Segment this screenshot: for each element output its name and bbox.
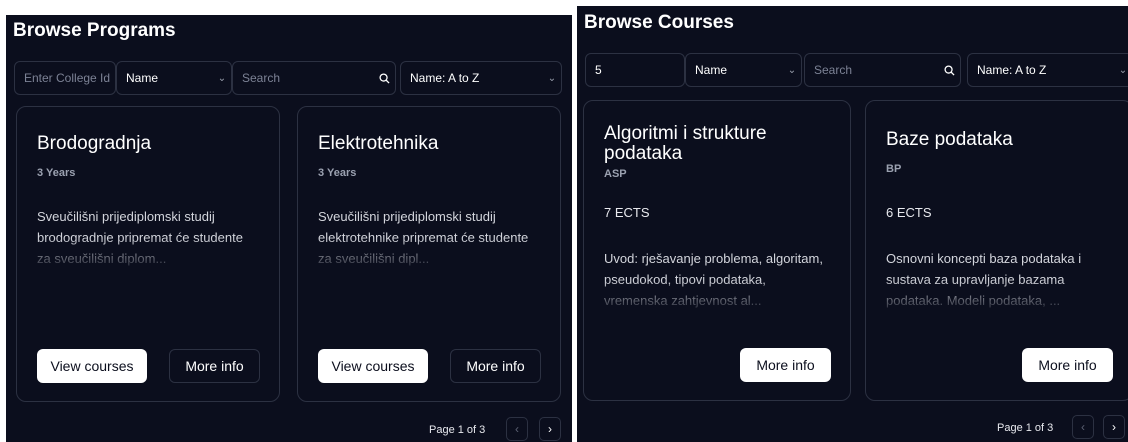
card-title: Algoritmi i strukture podataka: [604, 123, 767, 164]
view-courses-button[interactable]: View courses: [318, 349, 428, 383]
card-description: Sveučilišni prijediplomski studij brodog…: [37, 209, 243, 266]
search-placeholder: Search: [814, 63, 853, 77]
page-title: Browse Courses: [584, 12, 734, 33]
college-id-input[interactable]: Enter College Id: [14, 61, 116, 95]
search-icon[interactable]: [938, 64, 960, 76]
filter-bar: 5 Name ⌄ Search Name: A to Z ⌄: [577, 53, 1128, 87]
card-title: Brodogradnja: [37, 133, 152, 154]
program-duration: 3 Years: [37, 167, 76, 179]
pagination-label: Page 1 of 3: [429, 424, 486, 436]
chevron-left-icon[interactable]: ‹: [1072, 415, 1094, 439]
card-description: Osnovni koncepti baza podataka i sustava…: [886, 251, 1082, 308]
sort-order-value: Name: A to Z: [977, 63, 1047, 77]
sort-order-select[interactable]: Name: A to Z ⌄: [967, 53, 1128, 87]
sort-order-value: Name: A to Z: [410, 71, 480, 85]
browse-programs-panel: Browse Programs Enter College Id Name ⌄ …: [6, 15, 572, 442]
course-ects: 6 ECTS: [886, 205, 932, 220]
course-code: BP: [886, 163, 902, 175]
sort-order-select[interactable]: Name: A to Z ⌄: [400, 61, 562, 95]
college-id-placeholder: Enter College Id: [24, 71, 111, 85]
chevron-down-icon: ⌄: [217, 72, 227, 84]
program-duration: 3 Years: [318, 167, 357, 179]
more-info-button[interactable]: More info: [169, 349, 260, 383]
sort-field-value: Name: [126, 71, 159, 85]
search-input[interactable]: Search: [232, 61, 396, 95]
sort-field-select[interactable]: Name ⌄: [116, 61, 232, 95]
pagination-label: Page 1 of 3: [997, 422, 1054, 434]
program-id-value: 5: [595, 63, 602, 77]
course-card: Algoritmi i strukture podataka ASP 7 ECT…: [583, 100, 851, 401]
more-info-button[interactable]: More info: [740, 348, 831, 382]
program-id-input[interactable]: 5: [585, 53, 685, 87]
sort-field-value: Name: [695, 63, 728, 77]
view-courses-button[interactable]: View courses: [37, 349, 147, 383]
chevron-right-icon[interactable]: ›: [1103, 415, 1125, 439]
card-title: Elektrotehnika: [318, 133, 439, 154]
filter-bar: Enter College Id Name ⌄ Search Name: A t…: [6, 61, 572, 95]
course-code: ASP: [604, 168, 627, 180]
chevron-down-icon: ⌄: [547, 72, 557, 84]
chevron-right-icon[interactable]: ›: [539, 417, 561, 441]
search-placeholder: Search: [242, 71, 281, 85]
chevron-left-icon[interactable]: ‹: [506, 417, 528, 441]
page-title: Browse Programs: [13, 20, 176, 41]
search-icon[interactable]: [373, 72, 395, 84]
chevron-down-icon: ⌄: [787, 64, 797, 76]
course-card: Baze podataka BP 6 ECTS Osnovni koncepti…: [865, 100, 1128, 401]
browse-courses-panel: Browse Courses 5 Name ⌄ Search Name: A t…: [577, 6, 1128, 442]
card-description: Uvod: rješavanje problema, algoritam, ps…: [604, 251, 823, 308]
more-info-button[interactable]: More info: [450, 349, 541, 383]
program-card: Brodogradnja 3 Years Sveučilišni prijedi…: [16, 106, 280, 402]
search-input[interactable]: Search: [804, 53, 961, 87]
more-info-button[interactable]: More info: [1022, 348, 1113, 382]
card-title: Baze podataka: [886, 129, 1013, 150]
sort-field-select[interactable]: Name ⌄: [685, 53, 802, 87]
course-ects: 7 ECTS: [604, 205, 650, 220]
card-description: Sveučilišni prijediplomski studij elektr…: [318, 209, 529, 266]
chevron-down-icon: ⌄: [1118, 64, 1128, 76]
program-card: Elektrotehnika 3 Years Sveučilišni prije…: [297, 106, 561, 402]
